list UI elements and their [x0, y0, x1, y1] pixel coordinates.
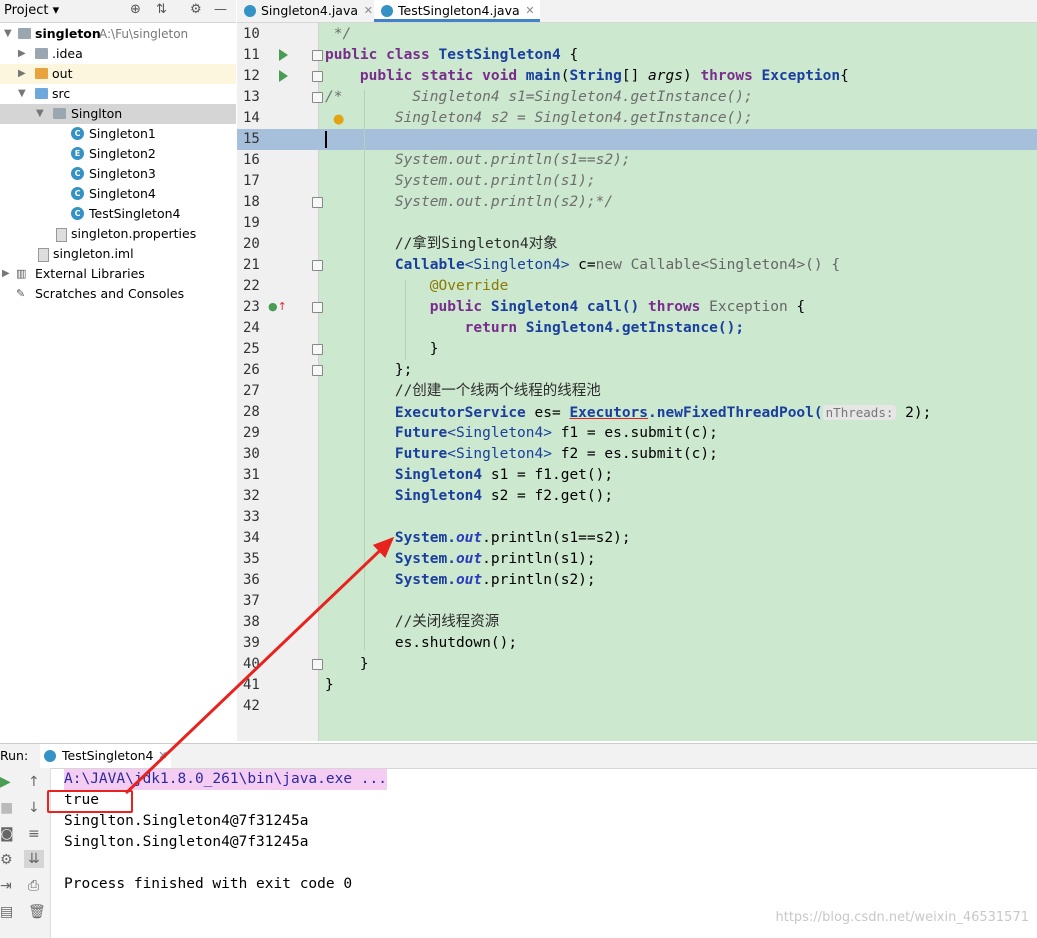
annotation-arrow-line: [124, 536, 395, 795]
watermark: https://blog.csdn.net/weixin_46531571: [775, 910, 1029, 925]
annotation-arrow: [124, 536, 395, 795]
